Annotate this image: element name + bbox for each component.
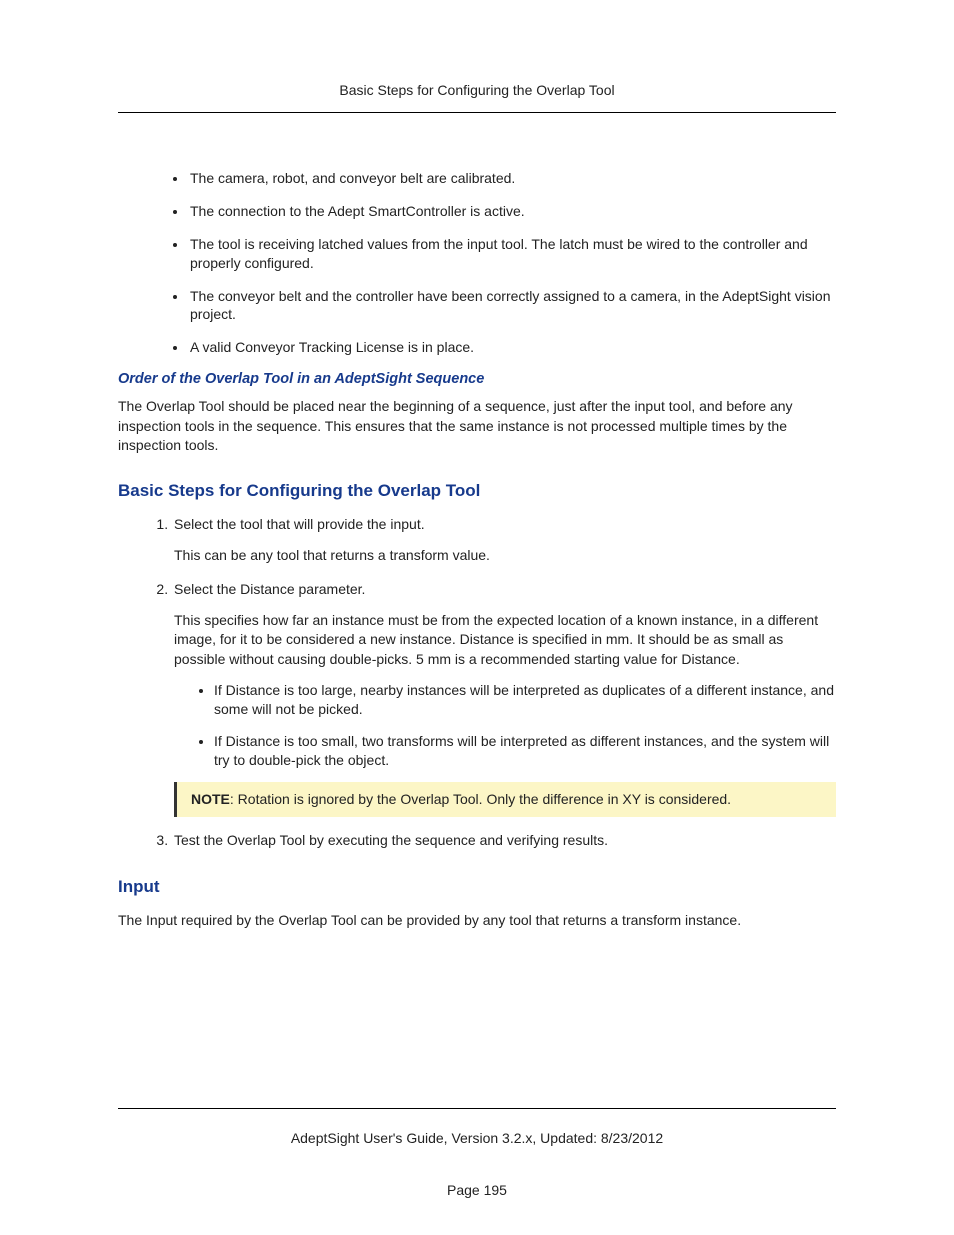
list-item: The tool is receiving latched values fro… — [188, 235, 836, 273]
step-item: Select the Distance parameter. This spec… — [172, 580, 836, 817]
prereq-list: The camera, robot, and conveyor belt are… — [118, 169, 836, 357]
header-divider — [118, 112, 836, 113]
note-box: NOTE: Rotation is ignored by the Overlap… — [174, 782, 836, 817]
step-sublist: If Distance is too large, nearby instanc… — [174, 681, 836, 770]
list-item: The camera, robot, and conveyor belt are… — [188, 169, 836, 188]
footer-divider — [118, 1108, 836, 1109]
paragraph: The Input required by the Overlap Tool c… — [118, 911, 836, 930]
list-item: The conveyor belt and the controller hav… — [188, 287, 836, 325]
subheading-order: Order of the Overlap Tool in an AdeptSig… — [118, 371, 836, 387]
step-title: Test the Overlap Tool by executing the s… — [174, 832, 608, 848]
step-detail: This specifies how far an instance must … — [174, 611, 836, 669]
step-title: Select the tool that will provide the in… — [174, 516, 425, 532]
list-item: The connection to the Adept SmartControl… — [188, 202, 836, 221]
footer-text: AdeptSight User's Guide, Version 3.2.x, … — [0, 1130, 954, 1146]
list-item: If Distance is too large, nearby instanc… — [214, 681, 836, 720]
step-item: Select the tool that will provide the in… — [172, 515, 836, 566]
step-item: Test the Overlap Tool by executing the s… — [172, 831, 836, 850]
heading-basic-steps: Basic Steps for Configuring the Overlap … — [118, 481, 836, 501]
page-body: Basic Steps for Configuring the Overlap … — [0, 0, 954, 930]
page-number: Page 195 — [0, 1182, 954, 1198]
steps-list: Select the tool that will provide the in… — [118, 515, 836, 850]
list-item: A valid Conveyor Tracking License is in … — [188, 338, 836, 357]
step-title: Select the Distance parameter. — [174, 581, 365, 597]
note-text: : Rotation is ignored by the Overlap Too… — [230, 791, 731, 807]
list-item: If Distance is too small, two transforms… — [214, 732, 836, 771]
step-detail: This can be any tool that returns a tran… — [174, 546, 836, 565]
note-label: NOTE — [191, 791, 230, 807]
paragraph: The Overlap Tool should be placed near t… — [118, 397, 836, 455]
heading-input: Input — [118, 877, 836, 897]
page-header-title: Basic Steps for Configuring the Overlap … — [118, 82, 836, 98]
